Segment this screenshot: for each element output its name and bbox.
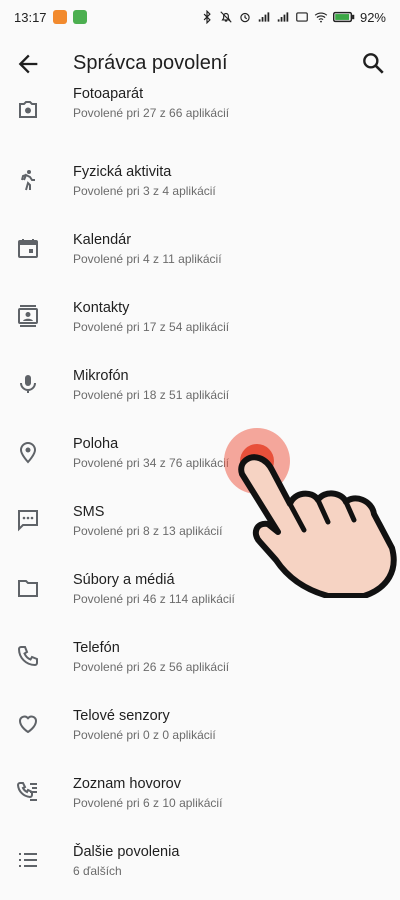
permission-title: Telové senzory (73, 708, 170, 724)
arrow-left-icon[interactable] (14, 50, 42, 78)
permission-item-contacts[interactable]: Kontakty Povolené pri 17 z 54 aplikácií (0, 288, 400, 356)
permission-title: Fyzická aktivita (73, 164, 172, 180)
permission-title: Kontakty (73, 300, 130, 316)
heart-icon (18, 715, 38, 734)
permission-subtitle: Povolené pri 46 z 114 aplikácií (73, 592, 235, 606)
battery-icon (332, 11, 355, 23)
notification-app-icon (72, 10, 87, 24)
page-title: Správca povolení (73, 52, 228, 74)
permission-title: SMS (73, 504, 105, 520)
status-bar-right: 92% (200, 10, 386, 25)
status-time: 13:17 (14, 9, 47, 25)
battery-level: 92% (359, 9, 386, 25)
permission-item-camera[interactable]: Fotoaparát Povolené pri 27 z 66 aplikáci… (0, 84, 400, 152)
permission-subtitle: Povolené pri 27 z 66 aplikácií (73, 106, 230, 120)
permission-item-physical-activity[interactable]: Fyzická aktivita Povolené pri 3 z 4 apli… (0, 152, 400, 220)
permission-item-phone[interactable]: Telefón Povolené pri 26 z 56 aplikácií (0, 628, 400, 696)
wifi-icon (314, 12, 328, 23)
permission-title: Fotoaparát (73, 86, 144, 102)
bluetooth-icon (203, 10, 211, 24)
permission-subtitle: Povolené pri 18 z 51 aplikácií (73, 388, 230, 402)
permission-item-microphone[interactable]: Mikrofón Povolené pri 18 z 51 aplikácií (0, 356, 400, 424)
call-log-icon (16, 782, 37, 801)
permission-subtitle: Povolené pri 6 z 10 aplikácií (73, 796, 223, 810)
vowifi-icon (296, 12, 308, 22)
signal-icon (258, 12, 270, 22)
status-bar: 13:17 92% (0, 0, 400, 34)
permission-title: Poloha (73, 436, 119, 452)
permission-title: Mikrofón (73, 368, 129, 384)
contacts-icon (18, 305, 38, 327)
permission-subtitle: Povolené pri 34 z 76 aplikácií (73, 456, 230, 470)
permission-item-body-sensors[interactable]: Telové senzory Povolené pri 0 z 0 apliká… (0, 696, 400, 764)
permission-item-call-log[interactable]: Zoznam hovorov Povolené pri 6 z 10 aplik… (0, 764, 400, 832)
folder-icon (18, 580, 38, 597)
permission-subtitle: Povolené pri 3 z 4 aplikácií (73, 184, 216, 198)
permission-title: Kalendár (73, 232, 132, 248)
location-icon (19, 442, 37, 464)
permission-subtitle: Povolené pri 4 z 11 aplikácií (73, 252, 222, 266)
microphone-icon (20, 375, 36, 393)
sms-icon (18, 510, 38, 532)
permission-title: Ďalšie povolenia (73, 844, 180, 860)
permission-subtitle: Povolené pri 0 z 0 aplikácií (73, 728, 216, 742)
camera-icon (19, 101, 37, 118)
permission-subtitle: 6 ďalších (73, 864, 122, 878)
signal-icon (277, 12, 289, 22)
mute-icon (220, 11, 232, 23)
walking-icon (21, 170, 35, 191)
permission-title: Telefón (73, 640, 120, 656)
permission-title: Zoznam hovorov (73, 776, 181, 792)
permission-subtitle: Povolené pri 17 z 54 aplikácií (73, 320, 230, 334)
permission-item-calendar[interactable]: Kalendár Povolené pri 4 z 11 aplikácií (0, 220, 400, 288)
pointing-hand-icon (238, 454, 397, 598)
status-bar-left: 13:17 (14, 10, 87, 25)
permission-item-more[interactable]: Ďalšie povolenia 6 ďalších (0, 832, 400, 900)
notification-app-icon (52, 10, 67, 24)
alarm-icon (240, 12, 250, 23)
permission-title: Súbory a médiá (73, 572, 175, 588)
list-icon (19, 853, 37, 867)
permission-subtitle: Povolené pri 26 z 56 aplikácií (73, 660, 230, 674)
calendar-icon (18, 239, 38, 258)
permission-subtitle: Povolené pri 8 z 13 aplikácií (73, 524, 223, 538)
phone-icon (17, 646, 38, 667)
search-icon[interactable] (360, 50, 386, 76)
